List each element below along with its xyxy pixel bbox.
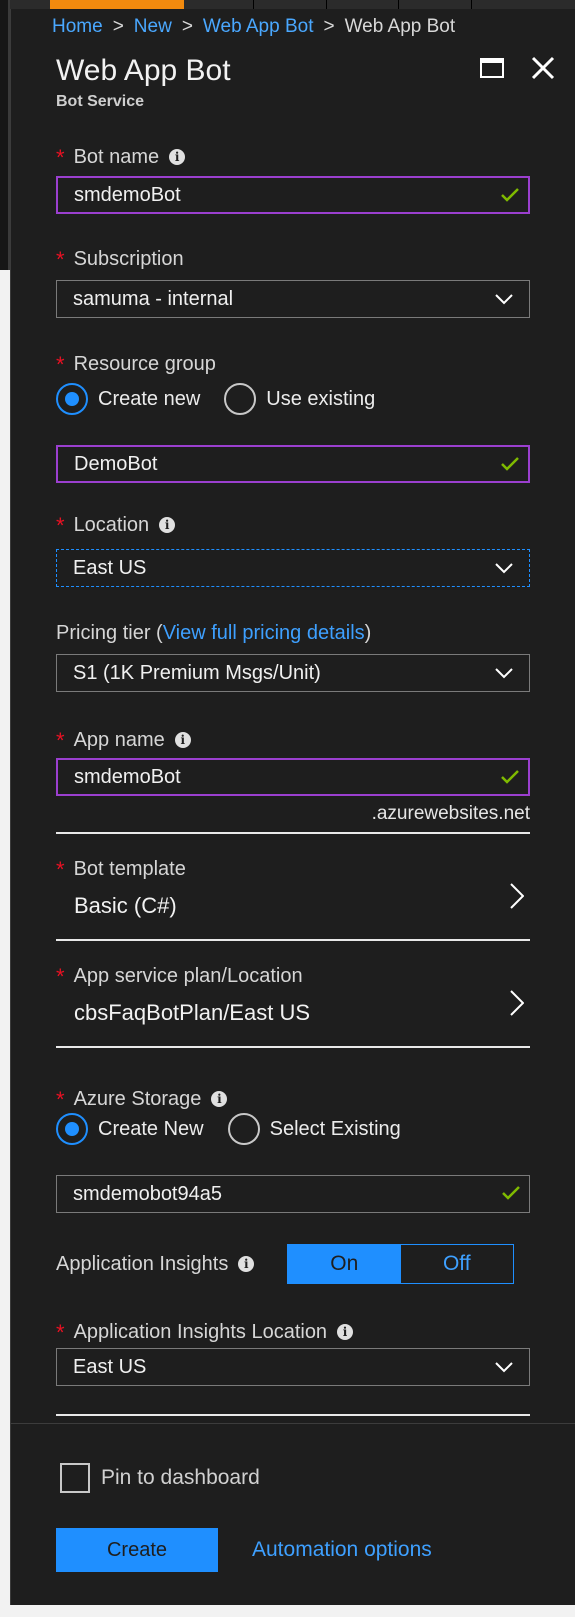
chevron-down-icon	[495, 563, 513, 574]
check-icon	[501, 457, 519, 471]
required-marker: *	[56, 964, 65, 989]
radio-use-existing[interactable]	[224, 383, 257, 415]
automation-options-link[interactable]: Automation options	[252, 1538, 432, 1562]
service-plan-selector[interactable]: * App service plan/Location cbsFaqBotPlan…	[56, 962, 530, 1042]
pin-to-dashboard-checkbox[interactable]	[60, 1463, 90, 1493]
storage-name-input[interactable]: smdemobot94a5	[56, 1175, 530, 1213]
toggle-on[interactable]: On	[288, 1245, 401, 1283]
required-marker: *	[56, 145, 65, 170]
app-name-label: * App name i	[56, 726, 191, 753]
check-icon	[501, 188, 519, 202]
required-marker: *	[56, 352, 65, 377]
radio-create-new-storage-label[interactable]: Create New	[98, 1118, 204, 1141]
pricing-tier-dropdown[interactable]: S1 (1K Premium Msgs/Unit)	[56, 654, 530, 692]
bot-template-selector[interactable]: * Bot template Basic (C#)	[56, 855, 530, 935]
resource-group-label: * Resource group	[56, 352, 216, 377]
bottom-edge	[0, 1605, 575, 1617]
app-name-suffix: .azurewebsites.net	[371, 803, 530, 824]
app-insights-label: Application Insights i	[56, 1253, 255, 1276]
chevron-down-icon	[495, 1362, 513, 1373]
breadcrumb-separator-icon: >	[323, 16, 335, 37]
breadcrumb-separator-icon: >	[112, 16, 124, 37]
service-plan-value: cbsFaqBotPlan/East US	[74, 1000, 311, 1025]
chevron-right-icon	[510, 883, 524, 909]
pin-to-dashboard-label[interactable]: Pin to dashboard	[101, 1466, 260, 1490]
breadcrumb-web-app-bot[interactable]: Web App Bot	[203, 16, 314, 37]
bot-name-label: * Bot name i	[56, 143, 186, 170]
tab-divider	[398, 0, 399, 9]
tab-divider	[471, 0, 472, 9]
tab-divider	[253, 0, 254, 9]
blade-title: Web App Bot	[56, 54, 231, 87]
info-icon[interactable]: i	[169, 149, 186, 165]
breadcrumb-current: Web App Bot	[344, 16, 456, 37]
pricing-details-link[interactable]: View full pricing details	[163, 622, 365, 644]
tab-divider	[326, 0, 327, 9]
subscription-label: * Subscription	[56, 247, 184, 272]
close-icon[interactable]	[530, 55, 556, 81]
footer-separator	[10, 1423, 575, 1424]
radio-create-new-storage[interactable]	[56, 1113, 88, 1145]
info-icon[interactable]: i	[211, 1091, 228, 1107]
required-marker: *	[56, 728, 65, 753]
maximize-icon[interactable]	[480, 58, 504, 78]
app-name-input[interactable]: smdemoBot	[56, 758, 530, 796]
chevron-down-icon	[495, 294, 513, 305]
divider	[56, 832, 530, 834]
location-label: * Location i	[56, 511, 176, 538]
required-marker: *	[56, 1087, 65, 1112]
required-marker: *	[56, 247, 65, 272]
pricing-tier-label: Pricing tier (View full pricing details)	[56, 622, 372, 644]
chevron-down-icon	[495, 668, 513, 679]
active-tab-indicator	[50, 0, 184, 9]
resource-group-input[interactable]: DemoBot	[56, 445, 530, 483]
resource-group-options: Create new Use existing	[56, 383, 375, 415]
info-icon[interactable]: i	[174, 732, 191, 748]
info-icon[interactable]: i	[238, 1256, 255, 1272]
app-insights-location-dropdown[interactable]: East US	[56, 1348, 530, 1386]
breadcrumb-separator-icon: >	[181, 16, 193, 37]
divider	[56, 1046, 530, 1048]
radio-use-existing-label[interactable]: Use existing	[266, 388, 375, 411]
radio-select-existing-storage-label[interactable]: Select Existing	[270, 1118, 401, 1141]
required-marker: *	[56, 1320, 65, 1345]
radio-create-new-label[interactable]: Create new	[98, 388, 200, 411]
background-page-edge	[0, 270, 10, 1605]
check-icon	[501, 770, 519, 784]
info-icon[interactable]: i	[159, 517, 176, 533]
info-icon[interactable]: i	[337, 1324, 354, 1340]
left-edge	[0, 0, 10, 1617]
bot-template-label: * Bot template	[56, 857, 186, 882]
divider	[56, 939, 530, 941]
subscription-dropdown[interactable]: samuma - internal	[56, 280, 530, 318]
blade-subtitle: Bot Service	[56, 93, 145, 110]
app-insights-toggle[interactable]: On Off	[287, 1244, 514, 1284]
chevron-right-icon	[510, 990, 524, 1016]
breadcrumb-new[interactable]: New	[134, 16, 172, 37]
storage-options: Create New Select Existing	[56, 1113, 401, 1145]
required-marker: *	[56, 513, 65, 538]
radio-select-existing-storage[interactable]	[227, 1113, 260, 1145]
create-button[interactable]: Create	[56, 1528, 218, 1572]
toggle-off[interactable]: Off	[401, 1245, 514, 1283]
azure-storage-label: * Azure Storage i	[56, 1085, 228, 1112]
radio-create-new[interactable]	[56, 383, 88, 415]
service-plan-label: * App service plan/Location	[56, 964, 303, 989]
breadcrumb: Home > New > Web App Bot > Web App Bot	[52, 16, 455, 38]
breadcrumb-home[interactable]: Home	[52, 16, 103, 37]
location-dropdown[interactable]: East US	[56, 549, 530, 587]
bot-template-value: Basic (C#)	[74, 893, 177, 918]
check-icon	[502, 1186, 520, 1200]
app-insights-location-label: * Application Insights Location i	[56, 1318, 354, 1345]
top-tab-strip	[0, 0, 575, 9]
divider	[56, 1414, 530, 1416]
bot-name-input[interactable]: smdemoBot	[56, 176, 530, 214]
required-marker: *	[56, 857, 65, 882]
